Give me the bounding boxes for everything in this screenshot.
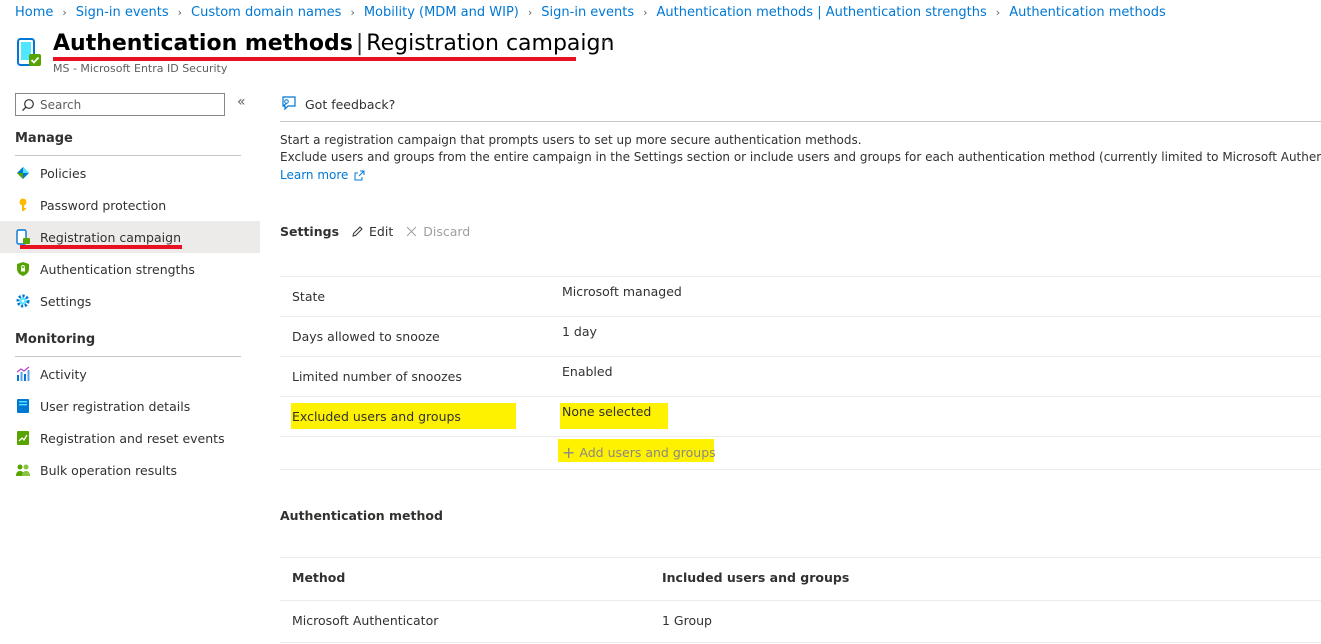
settings-toolbar: Settings Edit Discard xyxy=(280,222,482,240)
sidebar-item-authentication-strengths[interactable]: Authentication strengths xyxy=(0,253,260,285)
page-title: Authentication methods | Registration camp… xyxy=(53,31,615,56)
divider xyxy=(15,356,241,357)
feedback-button[interactable]: Got feedback? xyxy=(280,92,395,116)
breadcrumb-home[interactable]: Home xyxy=(15,5,53,20)
divider xyxy=(15,155,241,156)
annotation-underline xyxy=(20,245,182,249)
sidebar-item-bulk-operation-results[interactable]: Bulk operation results xyxy=(0,454,260,486)
breadcrumb: Home › Sign-in events › Custom domain name… xyxy=(15,3,1166,21)
divider xyxy=(280,396,1321,397)
description-line-2: Exclude users and groups from the entire… xyxy=(280,150,1321,164)
feedback-icon xyxy=(280,95,298,113)
setting-value-days-snooze: 1 day xyxy=(562,324,597,339)
collapse-sidebar-button[interactable]: « xyxy=(237,94,246,110)
divider xyxy=(280,557,1321,558)
divider xyxy=(280,316,1321,317)
chevron-right-icon: › xyxy=(62,5,67,19)
sidebar-item-label: Policies xyxy=(40,165,87,181)
discard-button[interactable]: Discard xyxy=(405,224,470,239)
sidebar-item-label: Registration and reset events xyxy=(40,430,225,446)
setting-label-limited-snoozes: Limited number of snoozes xyxy=(292,369,462,384)
feedback-label: Got feedback? xyxy=(305,96,396,112)
breadcrumb-custom-domain-names[interactable]: Custom domain names xyxy=(191,5,341,20)
setting-label-excluded: Excluded users and groups xyxy=(292,409,461,424)
sidebar-item-activity[interactable]: Activity xyxy=(0,358,260,390)
user-details-icon xyxy=(15,398,31,414)
setting-label-state: State xyxy=(292,289,326,304)
chevron-right-icon: › xyxy=(995,5,1001,19)
shield-icon xyxy=(15,261,31,277)
breadcrumb-mobility[interactable]: Mobility (MDM and WIP) xyxy=(364,5,519,20)
chevron-right-icon: › xyxy=(177,5,183,19)
setting-value-limited-snoozes: Enabled xyxy=(562,364,613,379)
setting-value-excluded: None selected xyxy=(562,404,652,419)
breadcrumb-auth-strengths[interactable]: Authentication methods | Authentication … xyxy=(657,5,987,20)
chevron-right-icon: › xyxy=(350,5,355,19)
setting-label-days-snooze: Days allowed to snooze xyxy=(292,329,440,344)
more-options-button[interactable]: ··· xyxy=(596,34,612,50)
chevron-right-icon: › xyxy=(527,5,533,19)
divider xyxy=(280,469,1321,470)
activity-chart-icon xyxy=(15,366,31,382)
setting-value-state: Microsoft managed xyxy=(562,284,682,299)
edit-button[interactable]: Edit xyxy=(351,224,393,239)
divider xyxy=(280,276,1321,277)
annotation-underline xyxy=(53,57,576,61)
add-users-groups-button[interactable]: + Add users and groups xyxy=(562,443,716,462)
manage-heading: Manage xyxy=(15,131,73,146)
sidebar-item-label: Authentication strengths xyxy=(40,261,195,277)
search-box[interactable] xyxy=(15,93,225,116)
close-icon xyxy=(405,225,418,238)
column-header-included: Included users and groups xyxy=(662,570,850,585)
breadcrumb-sign-in-events-2[interactable]: Sign-in events xyxy=(541,5,634,20)
plus-icon: + xyxy=(562,443,576,462)
device-check-icon xyxy=(15,38,43,68)
registration-campaign-icon xyxy=(15,229,31,245)
learn-more-link[interactable]: Learn more xyxy=(280,168,365,182)
events-icon xyxy=(15,430,31,446)
divider xyxy=(280,642,1321,643)
sidebar-item-user-registration-details[interactable]: User registration details xyxy=(0,390,260,422)
sidebar-item-label: User registration details xyxy=(40,398,191,414)
bulk-users-icon xyxy=(15,462,31,478)
search-input[interactable] xyxy=(40,97,210,112)
sidebar-item-label: Settings xyxy=(40,293,92,309)
divider xyxy=(280,356,1321,357)
pencil-icon xyxy=(351,225,364,238)
sidebar-item-label: Activity xyxy=(40,366,87,382)
divider xyxy=(280,600,1321,601)
sidebar-item-label: Bulk operation results xyxy=(40,462,178,478)
auth-method-heading: Authentication method xyxy=(280,508,443,523)
sidebar-item-policies[interactable]: Policies xyxy=(0,157,260,189)
divider xyxy=(280,436,1321,437)
sidebar-item-settings[interactable]: Settings xyxy=(0,285,260,317)
description-line-1: Start a registration campaign that promp… xyxy=(280,133,862,147)
sidebar-item-label: Registration campaign xyxy=(40,229,181,245)
policies-icon xyxy=(15,165,31,181)
sidebar-item-password-protection[interactable]: Password protection xyxy=(0,189,260,221)
breadcrumb-auth-methods[interactable]: Authentication methods xyxy=(1009,5,1166,20)
included-groups-link[interactable]: 1 Group xyxy=(662,613,712,628)
sidebar-item-registration-reset-events[interactable]: Registration and reset events xyxy=(0,422,260,454)
breadcrumb-sign-in-events[interactable]: Sign-in events xyxy=(76,5,169,20)
divider xyxy=(280,121,1321,122)
sidebar-item-label: Password protection xyxy=(40,197,167,213)
monitoring-heading: Monitoring xyxy=(15,332,96,347)
chevron-right-icon: › xyxy=(643,5,648,19)
method-microsoft-authenticator[interactable]: Microsoft Authenticator xyxy=(292,613,438,628)
gear-icon xyxy=(15,293,31,309)
column-header-method: Method xyxy=(292,570,346,585)
search-icon xyxy=(21,98,35,112)
key-icon xyxy=(15,197,31,213)
page-subtitle: MS - Microsoft Entra ID Security xyxy=(53,62,228,75)
settings-label: Settings xyxy=(280,223,340,239)
external-link-icon xyxy=(354,170,365,181)
